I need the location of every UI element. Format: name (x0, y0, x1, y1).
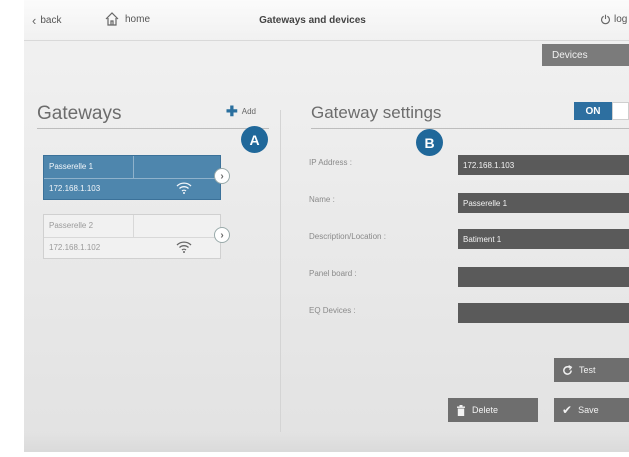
power-icon (601, 14, 610, 25)
chevron-right-icon[interactable]: › (214, 168, 230, 184)
bottom-strip (24, 432, 629, 452)
devices-button[interactable]: Devices (542, 44, 629, 66)
wifi-icon (176, 182, 192, 194)
delete-button[interactable]: Delete (448, 398, 538, 422)
eq-devices-label: EQ Devices : (309, 306, 356, 315)
description-label: Description/Location : (309, 232, 386, 241)
delete-label: Delete (472, 405, 499, 415)
logout-label: log (614, 14, 628, 25)
gateway-item-2[interactable]: Passerelle 2 172.168.1.102 › (43, 214, 230, 259)
trash-icon (457, 404, 465, 416)
name-field[interactable]: Passerelle 1 (458, 193, 629, 213)
toggle-label: ON (585, 105, 601, 117)
toggle-knob (612, 102, 629, 120)
divider (37, 128, 269, 129)
top-bar: ‹ back home Gateways and devices log (24, 0, 629, 41)
name-label: Name : (309, 195, 335, 204)
save-button[interactable]: ✔ Save (554, 398, 629, 422)
chevron-right-icon[interactable]: › (214, 227, 230, 243)
ip-address-label: IP Address : (309, 158, 352, 167)
ip-address-field[interactable]: 172.168.1.103 (458, 155, 629, 175)
gateway-name: Passerelle 1 (49, 162, 94, 171)
description-field[interactable]: Batiment 1 (458, 229, 629, 249)
separator (133, 156, 134, 178)
wifi-icon (176, 241, 192, 253)
panel-board-label: Panel board : (309, 269, 357, 278)
eq-devices-field[interactable] (458, 303, 629, 323)
test-label: Test (579, 365, 596, 375)
page-title: Gateways and devices (259, 15, 366, 26)
callout-badge-a: A (241, 126, 268, 153)
gateways-heading: Gateways (37, 103, 122, 124)
add-label: Add (241, 106, 256, 116)
save-label: Save (578, 405, 599, 415)
column-divider (280, 110, 281, 452)
separator (44, 178, 220, 179)
gateway-ip: 172.168.1.103 (49, 184, 101, 193)
gateway-item-1[interactable]: Passerelle 1 172.168.1.103 › (43, 155, 230, 200)
panel-board-field[interactable] (458, 267, 629, 287)
separator (44, 237, 220, 238)
gateway-ip: 172.168.1.102 (49, 243, 101, 252)
callout-badge-b: B (416, 129, 443, 156)
gateway-name: Passerelle 2 (49, 221, 94, 230)
test-button[interactable]: Test (554, 358, 629, 382)
logout-button[interactable]: log (600, 14, 627, 25)
gateway-settings-heading: Gateway settings (311, 103, 442, 122)
gateway-on-toggle[interactable]: ON (574, 102, 629, 120)
add-gateway-button[interactable]: ✚ Add (226, 103, 256, 119)
refresh-icon (563, 364, 573, 375)
plus-icon: ✚ (226, 103, 238, 119)
app-screen: ‹ back home Gateways and devices log Dev… (24, 0, 629, 452)
checkmark-icon: ✔ (562, 403, 573, 417)
separator (133, 215, 134, 237)
divider (311, 128, 629, 129)
